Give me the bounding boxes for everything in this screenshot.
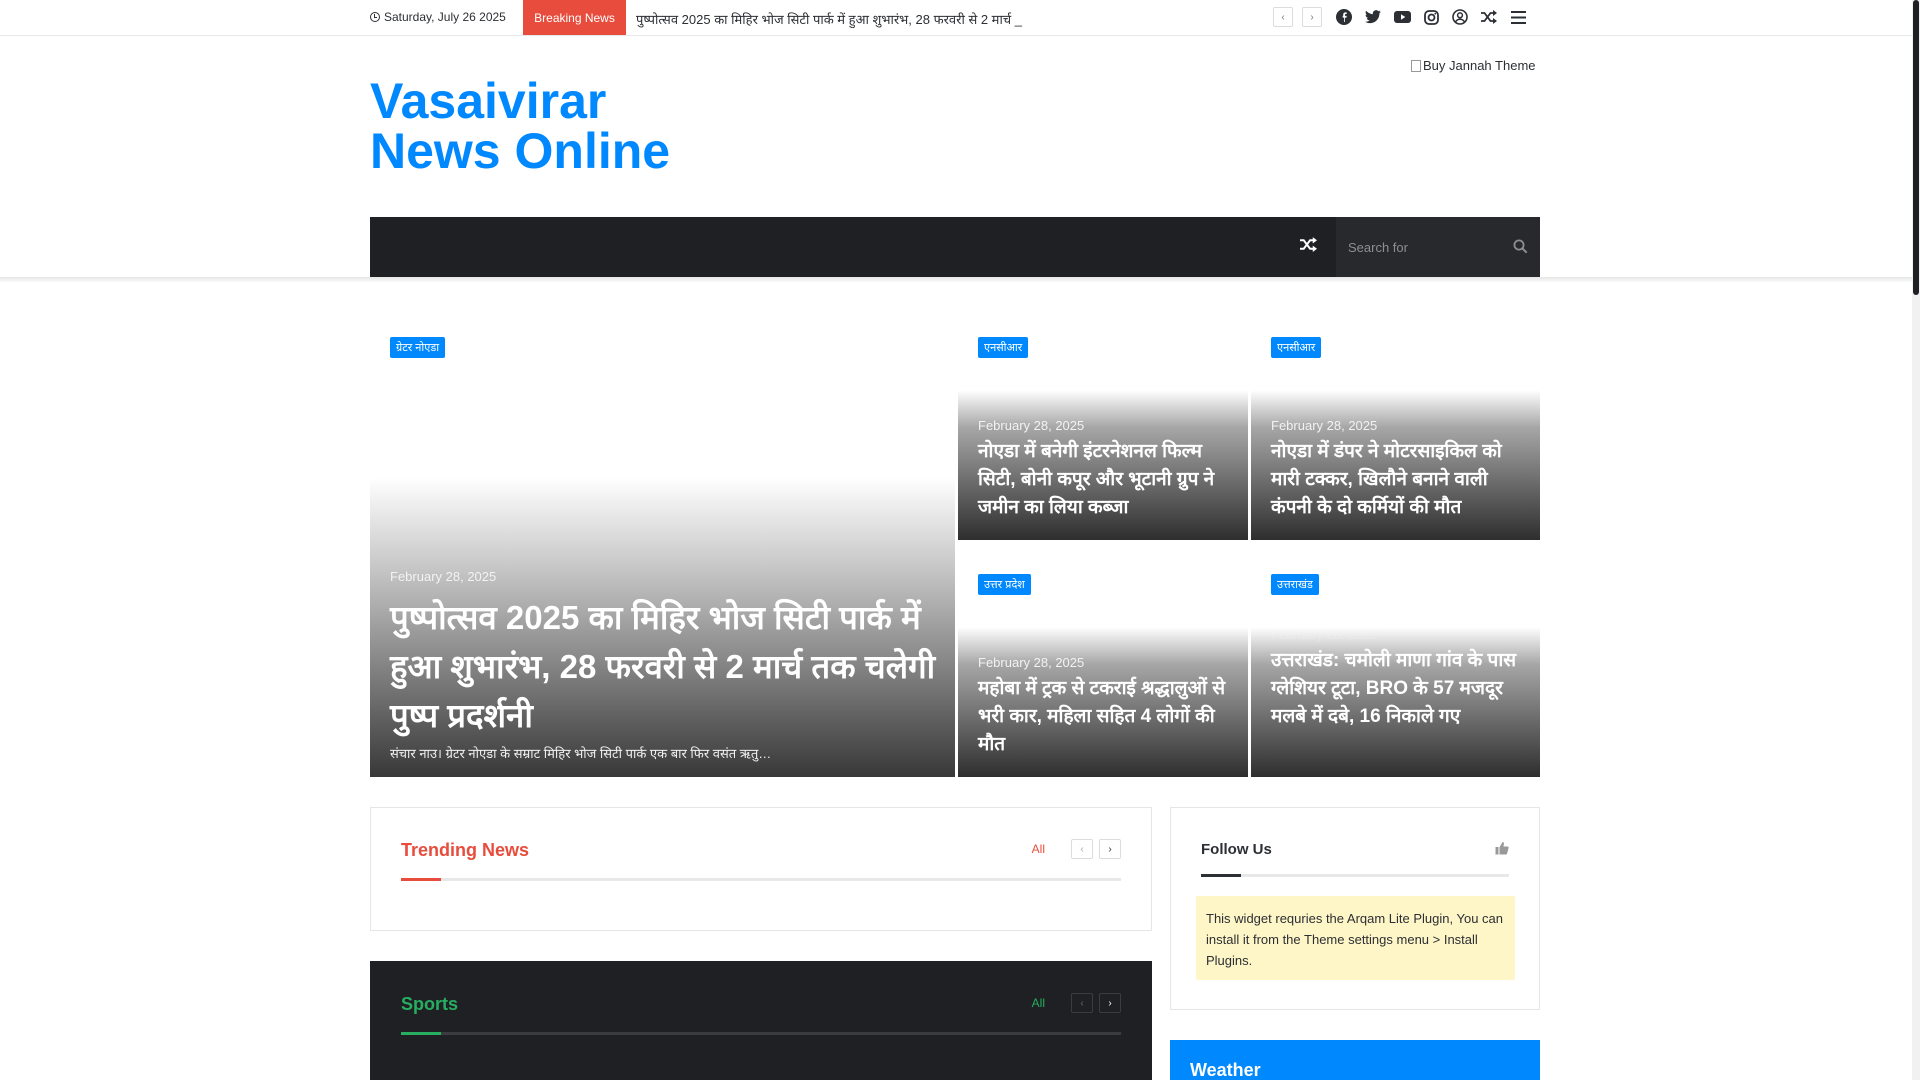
search-input[interactable]	[1348, 237, 1508, 257]
logo-line-2: News Online	[370, 123, 671, 179]
social-icons	[1334, 7, 1528, 27]
view-all-link[interactable]: All	[1032, 842, 1045, 856]
random-article-icon[interactable]	[1479, 7, 1499, 27]
twitter-icon[interactable]	[1363, 7, 1383, 27]
hero-slide-2[interactable]: एनसीआर February 28, 2025 नोएडा में डंपर …	[1251, 317, 1540, 540]
menu-icon[interactable]	[1508, 7, 1528, 27]
site-logo[interactable]: Vasaivirar News Online	[370, 76, 670, 176]
category-badge[interactable]: एनसीआर	[978, 337, 1029, 358]
breaking-news-ticker[interactable]: पुष्पोत्सव 2025 का मिहिर भोज सिटी पार्क …	[636, 10, 1026, 28]
trending-news-block: Trending News All ‹ ›	[370, 807, 1152, 931]
post-date: February 28, 2025	[1271, 418, 1378, 433]
view-all-link[interactable]: All	[1032, 996, 1045, 1010]
thumbs-up-icon	[1495, 841, 1509, 860]
scrollbar-thumb[interactable]	[1913, 0, 1919, 295]
category-badge[interactable]: उत्तर प्रदेश	[978, 574, 1031, 595]
hero-slide-1[interactable]: एनसीआर February 28, 2025 नोएडा में बनेगी…	[958, 317, 1248, 540]
youtube-icon[interactable]	[1392, 7, 1412, 27]
category-badge[interactable]: उत्तराखंड	[1271, 574, 1319, 595]
instagram-icon[interactable]	[1421, 7, 1441, 27]
widget-title: Follow Us	[1201, 841, 1272, 858]
hero-main-slide[interactable]: ग्रेटर नोएडा February 28, 2025 पुष्पोत्स…	[370, 317, 955, 777]
facebook-icon[interactable]	[1334, 7, 1354, 27]
hero-slide-4[interactable]: उत्तराखंड February 28, 2025 उत्तराखंड: च…	[1251, 554, 1540, 777]
main-navigation	[370, 217, 1540, 277]
title-underline	[1201, 874, 1509, 877]
title-underline	[401, 878, 1121, 881]
post-excerpt: संचार नाउ। ग्रेटर नोएडा के सम्राट मिहिर …	[390, 746, 772, 761]
follow-us-widget: Follow Us This widget requries the Arqam…	[1170, 807, 1540, 1010]
page: Saturday, July 26 2025 Breaking News पुष…	[0, 0, 1920, 1080]
post-title[interactable]: पुष्पोत्सव 2025 का मिहिर भोज सिटी पार्क …	[390, 593, 939, 740]
nav-divider	[0, 277, 1912, 282]
title-underline	[401, 1032, 1121, 1035]
block-title: Trending News	[401, 840, 530, 860]
ticker-prev-button[interactable]: ‹	[1273, 7, 1293, 27]
clock-icon	[370, 12, 380, 22]
page-scrollbar[interactable]	[1912, 0, 1920, 1080]
logo-line-1: Vasaivirar	[370, 73, 607, 129]
block-prev-button[interactable]: ‹	[1071, 993, 1093, 1013]
ad-alt-text: Buy Jannah Theme	[1423, 58, 1536, 73]
breaking-news-label: Breaking News	[523, 0, 626, 35]
plugin-notice: This widget requries the Arqam Lite Plug…	[1196, 896, 1515, 980]
user-login-icon[interactable]	[1450, 7, 1470, 27]
post-date: February 28, 2025	[978, 418, 1085, 433]
post-date: February 28, 2025	[390, 569, 497, 584]
block-title: Sports	[401, 994, 459, 1014]
broken-image-icon	[1411, 59, 1421, 72]
hero-slide-3[interactable]: उत्तर प्रदेश February 28, 2025 महोबा में…	[958, 554, 1248, 777]
post-title[interactable]: नोएडा में डंपर ने मोटरसाइकिल को मारी टक्…	[1271, 438, 1524, 522]
date-text: Saturday, July 26 2025	[384, 10, 506, 24]
top-bar: Saturday, July 26 2025 Breaking News पुष…	[0, 0, 1912, 36]
widget-title: Weather	[1190, 1060, 1261, 1080]
search-icon[interactable]	[1513, 239, 1528, 259]
ticker-next-button[interactable]: ›	[1302, 7, 1322, 27]
block-next-button[interactable]: ›	[1099, 839, 1121, 859]
date-display: Saturday, July 26 2025	[370, 10, 506, 24]
post-title[interactable]: उत्तराखंड: चमोली माणा गांव के पास ग्लेशि…	[1271, 647, 1524, 731]
post-title[interactable]: महोबा में ट्रक से टकराई श्रद्धालुओं से भ…	[978, 675, 1232, 759]
post-date: February 28, 2025	[1271, 627, 1378, 642]
post-title[interactable]: नोएडा में बनेगी इंटरनेशनल फिल्म सिटी, बो…	[978, 438, 1232, 522]
category-badge[interactable]: ग्रेटर नोएडा	[390, 337, 446, 358]
post-date: February 28, 2025	[978, 655, 1085, 670]
random-article-icon[interactable]	[1300, 237, 1317, 257]
sports-block: Sports All ‹ ›	[370, 961, 1152, 1080]
weather-widget: Weather	[1170, 1040, 1540, 1080]
block-next-button[interactable]: ›	[1099, 993, 1121, 1013]
header-ad-banner[interactable]: Buy Jannah Theme	[1411, 58, 1536, 73]
category-badge[interactable]: एनसीआर	[1271, 337, 1322, 358]
search-box	[1336, 217, 1540, 277]
block-prev-button[interactable]: ‹	[1071, 839, 1093, 859]
